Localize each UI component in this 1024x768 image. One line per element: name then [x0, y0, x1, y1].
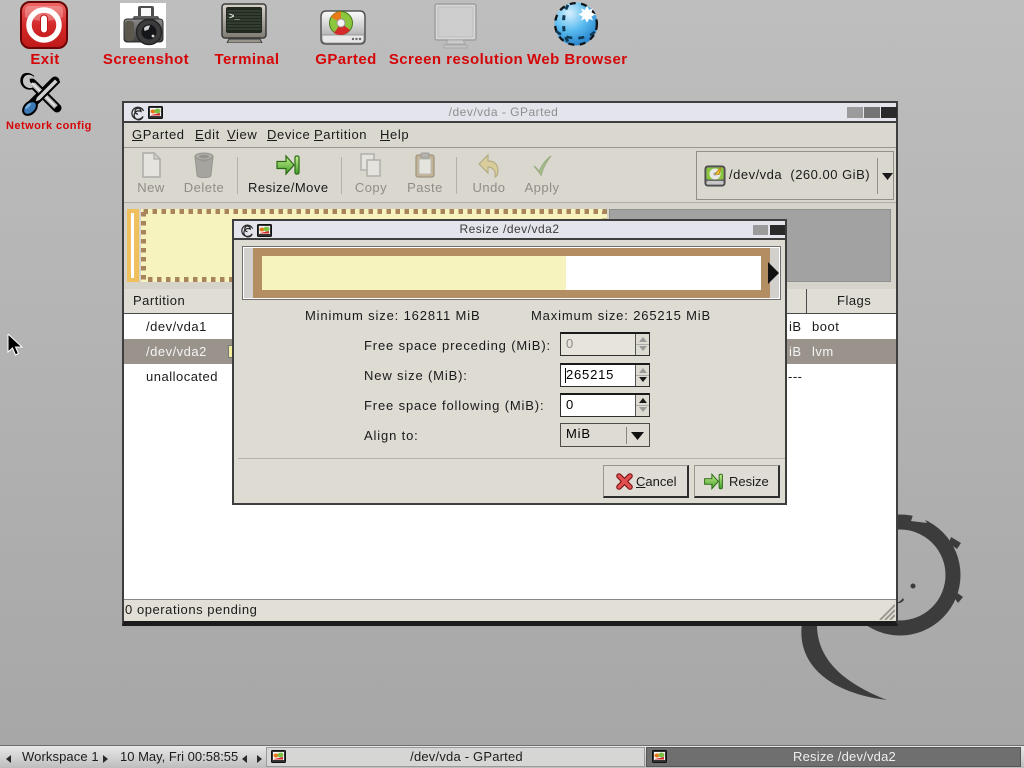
- svg-text:>_: >_: [229, 12, 240, 22]
